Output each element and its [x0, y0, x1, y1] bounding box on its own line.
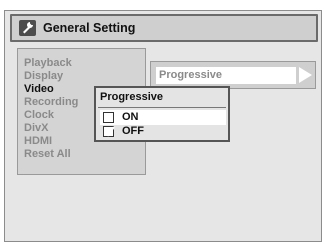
submenu-item-label: Progressive	[159, 69, 222, 81]
menu-item-reset-all[interactable]: Reset All	[24, 148, 71, 161]
video-submenu: Progressive	[150, 61, 316, 89]
arrow-right-icon[interactable]	[299, 67, 312, 83]
option-on[interactable]: ON	[100, 110, 226, 125]
menu-item-clock[interactable]: Clock	[24, 109, 54, 122]
submenu-item-progressive[interactable]: Progressive	[156, 67, 296, 84]
popup-divider	[98, 107, 226, 108]
menu-item-recording[interactable]: Recording	[24, 96, 78, 109]
option-off[interactable]: OFF	[100, 124, 226, 139]
menu-item-display[interactable]: Display	[24, 70, 63, 83]
option-off-label: OFF	[122, 125, 144, 137]
menu-item-divx[interactable]: DivX	[24, 122, 48, 135]
header-bar: General Setting	[10, 14, 318, 42]
wrench-icon	[19, 20, 36, 36]
menu-item-playback[interactable]: Playback	[24, 57, 72, 70]
progressive-popup: Progressive ON OFF	[94, 86, 230, 142]
option-on-label: ON	[122, 111, 139, 123]
checkbox-unchecked-icon[interactable]	[103, 112, 114, 123]
popup-title: Progressive	[100, 91, 163, 103]
menu-item-video[interactable]: Video	[24, 83, 54, 96]
menu-item-hdmi[interactable]: HDMI	[24, 135, 52, 148]
checkbox-checked-icon[interactable]	[103, 126, 115, 137]
page-title: General Setting	[43, 21, 136, 35]
